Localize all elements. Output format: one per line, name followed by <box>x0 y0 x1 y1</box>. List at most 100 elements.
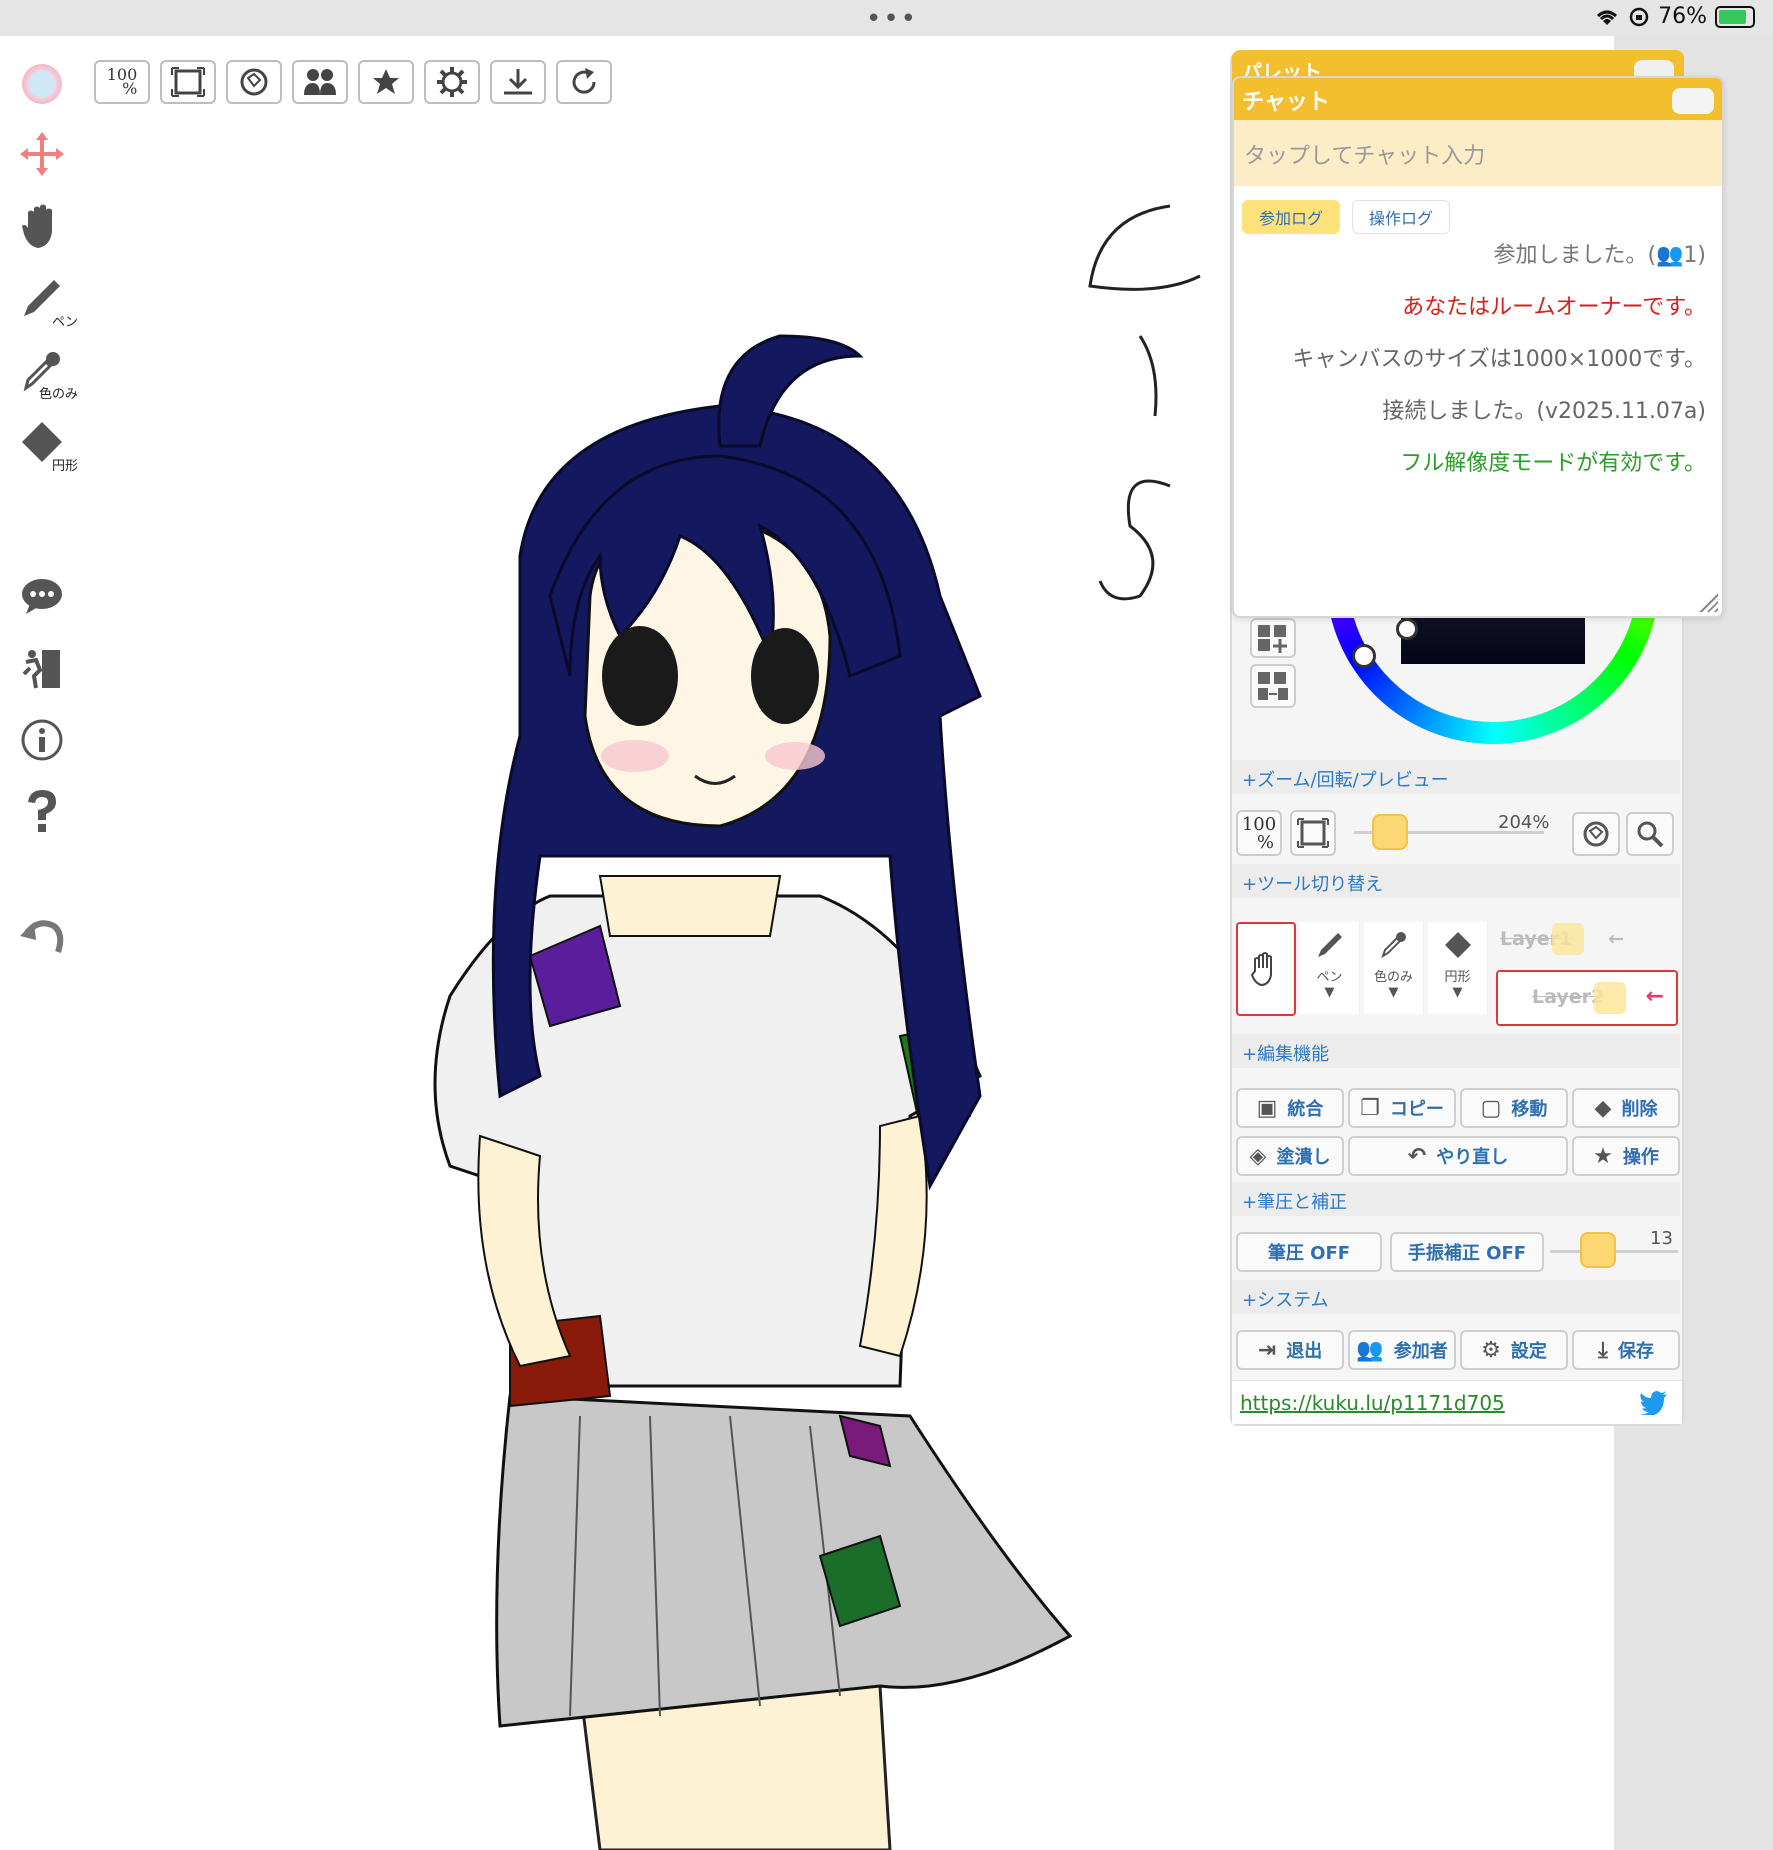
settings-panel-label: 設定 <box>1510 1341 1547 1362</box>
fill-bucket-icon: ◈ <box>1249 1143 1267 1169</box>
chat-minimize-button[interactable] <box>1672 88 1714 114</box>
favorite-button[interactable] <box>358 60 414 104</box>
fit-panel-button[interactable] <box>1290 810 1336 856</box>
exit-room-icon: ⇥ <box>1257 1337 1277 1363</box>
pen-tool-cell[interactable]: ペン ▼ <box>1300 922 1360 1014</box>
help-icon[interactable] <box>12 782 72 842</box>
exit-room-button[interactable]: ⇥ 退出 <box>1236 1330 1344 1370</box>
stabilizer-toggle-label: 手振補正 OFF <box>1407 1243 1527 1264</box>
chat-message: フル解像度モードが有効です。 <box>1400 451 1706 476</box>
eraser-tool-cell[interactable]: 円形 ▼ <box>1428 922 1488 1014</box>
zoom-section-title[interactable]: +ズーム/回転/プレビュー <box>1232 760 1680 794</box>
undo-panel-icon: ↶ <box>1407 1143 1427 1169</box>
layer-1-row[interactable]: Layer1 ← <box>1500 916 1624 962</box>
multitasking-dots[interactable]: ••• <box>866 4 918 34</box>
room-url-link[interactable]: https://kuku.lu/p1171d705 <box>1240 1391 1505 1415</box>
hand-icon[interactable] <box>12 196 72 256</box>
settings-button[interactable] <box>424 60 480 104</box>
eyedropper-cell-label: 色のみ <box>1373 970 1413 985</box>
zoom-100-button[interactable]: 100% <box>94 60 150 104</box>
merge-label: 統合 <box>1287 1099 1324 1120</box>
copy-icon: ❐ <box>1360 1095 1380 1121</box>
undo-panel-label: やり直し <box>1436 1147 1509 1168</box>
fill-button[interactable]: ◈ 塗潰し <box>1236 1136 1344 1176</box>
chat-header[interactable]: チャット <box>1234 78 1722 120</box>
save-label: 保存 <box>1617 1341 1654 1362</box>
move-icon[interactable] <box>12 124 72 184</box>
fit-screen-icon <box>171 67 205 97</box>
system-section-title[interactable]: +システム <box>1232 1280 1680 1314</box>
chat-input[interactable]: タップしてチャット入力 <box>1234 120 1722 186</box>
eyedropper-tool-cell[interactable]: 色のみ ▼ <box>1364 922 1424 1014</box>
chat-message: 参加しました。(👥1) <box>1493 243 1706 268</box>
sv-handle[interactable] <box>1396 618 1418 640</box>
chat-message: 接続しました。(v2025.11.07a) <box>1382 399 1706 424</box>
exit-icon[interactable] <box>12 638 72 698</box>
pen-tool[interactable]: ペン <box>12 268 78 330</box>
chat-resize-handle[interactable] <box>1696 590 1718 612</box>
rotate-reset-button[interactable] <box>226 60 282 104</box>
tab-operation-log[interactable]: 操作ログ <box>1352 200 1451 234</box>
preview-button[interactable] <box>1626 812 1674 856</box>
save-button[interactable]: ⤓ 保存 <box>1572 1330 1680 1370</box>
exit-room-label: 退出 <box>1286 1341 1323 1362</box>
eraser-cell-icon <box>1444 932 1471 958</box>
zoom-slider-knob[interactable] <box>1372 814 1408 850</box>
chat-icon[interactable] <box>12 566 72 626</box>
add-layer-icon[interactable] <box>1250 618 1296 658</box>
brush-size-value: 13 <box>1650 1228 1673 1249</box>
color-palette-icon[interactable] <box>12 54 72 114</box>
fill-label: 塗潰し <box>1276 1147 1331 1168</box>
pressure-toggle-label: 筆圧 OFF <box>1267 1243 1351 1264</box>
stabilizer-toggle-button[interactable]: 手振補正 OFF <box>1390 1232 1544 1272</box>
participants-button[interactable] <box>292 60 348 104</box>
undo-icon[interactable] <box>12 906 72 966</box>
layer-1-arrow-icon: ← <box>1608 928 1625 950</box>
operation-star-icon: ★ <box>1593 1143 1613 1169</box>
layer-2-thumb <box>1594 982 1626 1014</box>
layer-1-thumb <box>1552 923 1585 955</box>
settings-panel-icon: ⚙ <box>1481 1337 1501 1363</box>
settings-panel-button[interactable]: ⚙ 設定 <box>1460 1330 1568 1370</box>
pen-cell-icon <box>1317 933 1342 957</box>
layer-swap-icon[interactable] <box>1250 664 1296 708</box>
operation-button[interactable]: ★ 操作 <box>1572 1136 1680 1176</box>
pressure-toggle-button[interactable]: 筆圧 OFF <box>1236 1232 1382 1272</box>
brush-size-slider-knob[interactable] <box>1580 1232 1616 1268</box>
rotate-panel-icon <box>1583 821 1609 847</box>
delete-button[interactable]: ◆ 削除 <box>1572 1088 1680 1128</box>
operation-label: 操作 <box>1622 1147 1659 1168</box>
eraser-tool[interactable]: 円形 <box>12 412 78 474</box>
pressure-section-title[interactable]: +筆圧と補正 <box>1232 1182 1680 1216</box>
edit-section-title[interactable]: +編集機能 <box>1232 1034 1680 1068</box>
participants-panel-button[interactable]: 👥 参加者 <box>1348 1330 1456 1370</box>
eyedropper-tool[interactable]: 色のみ <box>12 340 78 402</box>
layer-2-row[interactable]: Layer2 ← <box>1496 970 1678 1026</box>
info-icon[interactable] <box>12 710 72 770</box>
redo-button[interactable] <box>556 60 612 104</box>
tab-join-log[interactable]: 参加ログ <box>1242 200 1341 234</box>
delete-icon: ◆ <box>1594 1095 1612 1121</box>
star-icon <box>373 69 399 94</box>
top-toolbar: 100% <box>94 60 612 104</box>
fit-panel-icon <box>1297 818 1329 848</box>
participants-panel-label: 参加者 <box>1393 1341 1448 1362</box>
twitter-icon[interactable] <box>1640 1391 1668 1415</box>
hue-handle[interactable] <box>1352 644 1376 668</box>
fit-screen-button[interactable] <box>160 60 216 104</box>
undo-panel-button[interactable]: ↶ やり直し <box>1348 1136 1568 1176</box>
download-button[interactable] <box>490 60 546 104</box>
zoom-100-panel-button[interactable]: 100 % <box>1236 810 1282 856</box>
magnifier-icon <box>1637 821 1664 848</box>
copy-button[interactable]: ❐ コピー <box>1348 1088 1456 1128</box>
merge-button[interactable]: ▣ 統合 <box>1236 1088 1344 1128</box>
rotate-panel-button[interactable] <box>1572 812 1620 856</box>
tool-switch-title[interactable]: +ツール切り替え <box>1232 864 1680 898</box>
move-layer-button[interactable]: ▢ 移動 <box>1460 1088 1568 1128</box>
hand-tool-cell[interactable] <box>1236 922 1296 1016</box>
status-bar: ••• 76% <box>0 0 1773 36</box>
battery-percent: 76% <box>1658 4 1707 29</box>
pen-cell-arrow: ▼ <box>1324 985 1335 1000</box>
hand-tool-icon <box>1250 952 1272 987</box>
delete-label: 削除 <box>1621 1099 1658 1120</box>
